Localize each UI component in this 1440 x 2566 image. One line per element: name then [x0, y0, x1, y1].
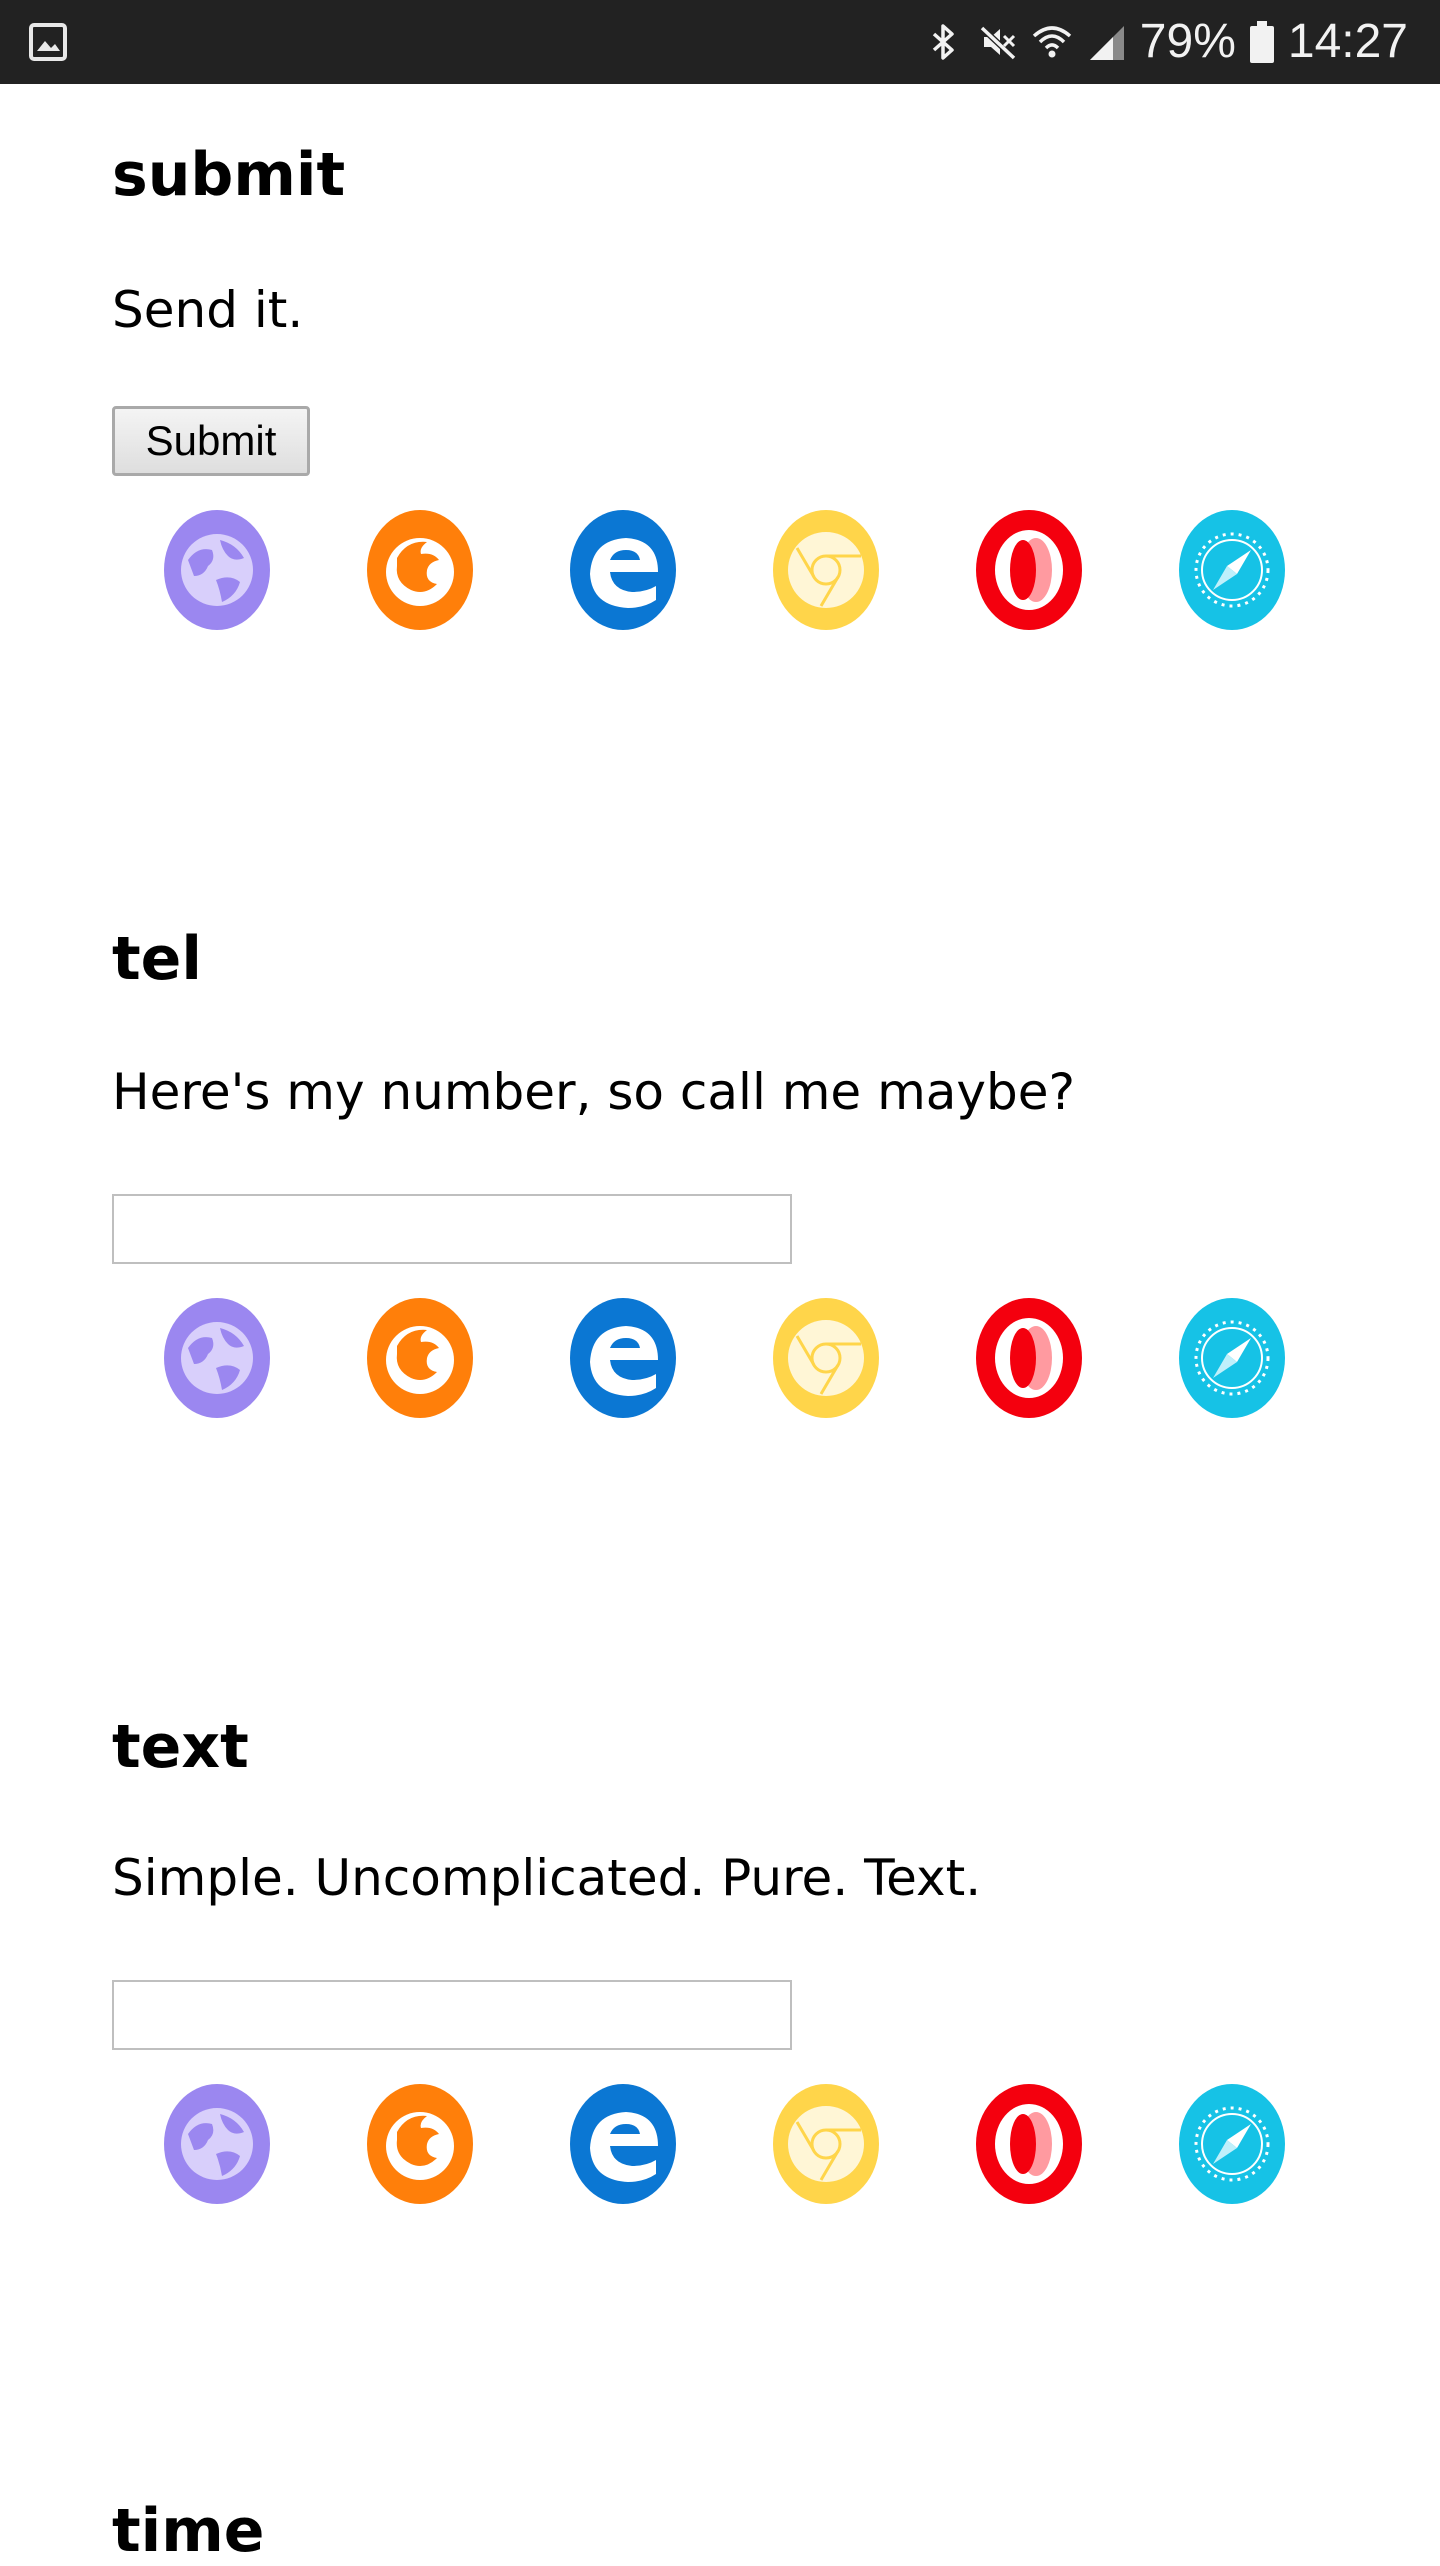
browser-support-icons: [164, 510, 1364, 630]
section-title: time: [112, 2496, 265, 2566]
status-bar: 79% 14:27: [0, 0, 1440, 84]
browser-support-icons: [164, 2084, 1364, 2204]
samsung-internet-icon: [164, 2084, 270, 2204]
edge-icon: [570, 1298, 676, 1418]
firefox-icon: [367, 1298, 473, 1418]
submit-button[interactable]: Submit: [112, 406, 310, 476]
opera-icon: [976, 2084, 1082, 2204]
section-description: Here's my number, so call me maybe?: [112, 1063, 1076, 1121]
section-description: Send it.: [112, 281, 304, 339]
section-title: text: [112, 1712, 249, 1782]
mute-icon: [979, 25, 1016, 61]
battery-percentage: 79%: [1139, 15, 1236, 68]
signal-icon: [1089, 26, 1124, 60]
safari-icon: [1179, 1298, 1285, 1418]
status-icons: 79% 14:27: [924, 0, 1408, 84]
browser-support-icons: [164, 1298, 1364, 1418]
chrome-icon: [773, 2084, 879, 2204]
firefox-icon: [367, 2084, 473, 2204]
firefox-icon: [367, 510, 473, 630]
image-notification-icon: [29, 23, 67, 61]
bluetooth-icon: [932, 24, 954, 60]
battery-icon: [1249, 21, 1274, 63]
page-content: submit Send it. Submit tel Here's my num…: [0, 84, 1440, 2566]
section-description: Simple. Uncomplicated. Pure. Text.: [112, 1849, 982, 1907]
edge-icon: [570, 510, 676, 630]
wifi-icon: [1032, 26, 1071, 58]
chrome-icon: [773, 1298, 879, 1418]
section-title: tel: [112, 924, 202, 994]
text-input[interactable]: [112, 1980, 792, 2050]
section-title: submit: [112, 140, 346, 210]
samsung-internet-icon: [164, 510, 270, 630]
opera-icon: [976, 1298, 1082, 1418]
safari-icon: [1179, 510, 1285, 630]
chrome-icon: [773, 510, 879, 630]
opera-icon: [976, 510, 1082, 630]
samsung-internet-icon: [164, 1298, 270, 1418]
clock: 14:27: [1287, 15, 1408, 68]
safari-icon: [1179, 2084, 1285, 2204]
tel-input[interactable]: [112, 1194, 792, 1264]
edge-icon: [570, 2084, 676, 2204]
